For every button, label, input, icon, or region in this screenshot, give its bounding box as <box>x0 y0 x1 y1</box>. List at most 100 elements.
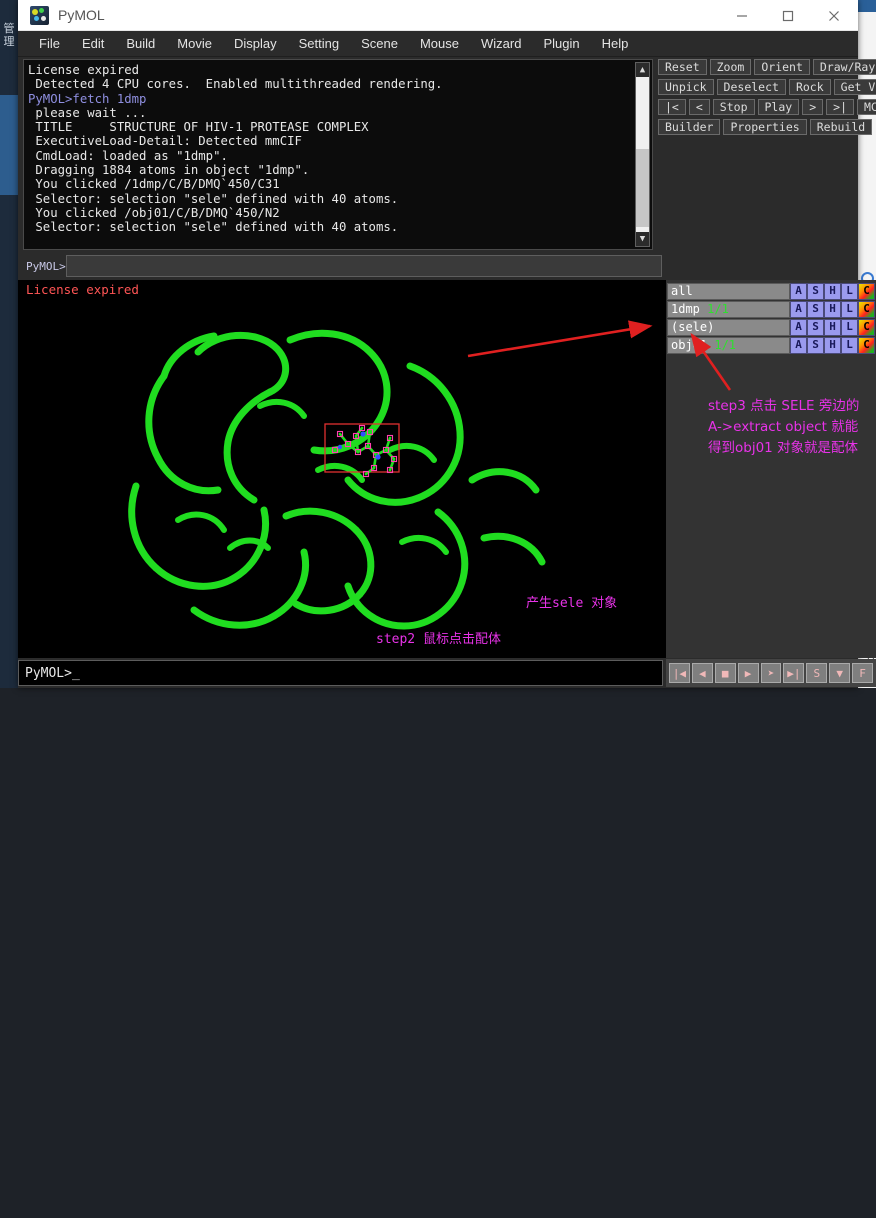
object-action-s[interactable]: S <box>807 319 824 336</box>
movie-stop-button[interactable]: Stop <box>713 99 755 115</box>
object-action-s[interactable]: S <box>807 301 824 318</box>
object-action-a[interactable]: A <box>790 283 807 300</box>
command-input[interactable] <box>66 255 662 277</box>
rock-button[interactable]: Rock <box>789 79 831 95</box>
bottom-bar: PyMOL>_ |◀ ◀ ■ ▶ ➤ ▶| S ▼ F <box>18 658 858 688</box>
properties-button[interactable]: Properties <box>723 119 806 135</box>
menu-edit[interactable]: Edit <box>71 33 115 54</box>
menu-help[interactable]: Help <box>591 33 640 54</box>
object-action-c[interactable]: C <box>858 337 875 354</box>
menu-bar: File Edit Build Movie Display Setting Sc… <box>18 31 858 57</box>
upper-area: License expired Detected 4 CPU cores. En… <box>18 57 858 252</box>
object-action-a[interactable]: A <box>790 337 807 354</box>
maximize-icon[interactable] <box>765 0 811 31</box>
log-line: Detected 4 CPU cores. Enabled multithrea… <box>28 77 632 91</box>
object-action-s[interactable]: S <box>807 337 824 354</box>
movie-last-button[interactable]: >| <box>826 99 854 115</box>
scroll-up-icon[interactable]: ▲ <box>636 63 649 77</box>
toolbar-row-1: Reset Zoom Orient Draw/Ray▼ <box>658 59 854 75</box>
object-action-h[interactable]: H <box>824 283 841 300</box>
log-line: ExecutiveLoad-Detail: Detected mmCIF <box>28 134 632 148</box>
scene-button[interactable]: S <box>806 663 827 683</box>
object-action-l[interactable]: L <box>841 301 858 318</box>
annotation-step3-line3: 得到obj01 对象就是配体 <box>708 438 859 459</box>
log-scrollbar[interactable]: ▲ ▼ <box>635 62 650 247</box>
object-action-s[interactable]: S <box>807 283 824 300</box>
step-back-icon[interactable]: ◀ <box>692 663 713 683</box>
movie-back-button[interactable]: < <box>689 99 710 115</box>
object-action-l[interactable]: L <box>841 283 858 300</box>
annotation-step3: step3 点击 SELE 旁边的 A->extract object 就能 得… <box>708 396 859 459</box>
movie-play-button[interactable]: Play <box>758 99 800 115</box>
object-name-1dmp[interactable]: 1dmp 1/1 <box>667 301 790 318</box>
draw-ray-button[interactable]: Draw/Ray▼ <box>813 59 876 75</box>
object-row-sele[interactable]: (sele) A S H L C <box>667 319 875 336</box>
object-name-sele[interactable]: (sele) <box>667 319 790 336</box>
object-action-c[interactable]: C <box>858 319 875 336</box>
command-row: PyMOL> <box>18 252 858 280</box>
reset-button[interactable]: Reset <box>658 59 707 75</box>
deselect-button[interactable]: Deselect <box>717 79 786 95</box>
skip-to-end-icon[interactable]: ▶| <box>783 663 804 683</box>
full-screen-button[interactable]: F <box>852 663 873 683</box>
minimize-icon[interactable] <box>719 0 765 31</box>
background-left-label-1: 管理 <box>1 22 17 48</box>
object-count: 1/1 <box>707 302 729 316</box>
annotation-sele-object: 产生sele 对象 <box>526 592 617 611</box>
play-icon[interactable]: ▶ <box>738 663 759 683</box>
object-row-all[interactable]: all A S H L C <box>667 283 875 300</box>
annotation-step3-line2: A->extract object 就能 <box>708 417 859 438</box>
menu-mouse[interactable]: Mouse <box>409 33 470 54</box>
menu-display[interactable]: Display <box>223 33 288 54</box>
menu-wizard[interactable]: Wizard <box>470 33 532 54</box>
object-name-obj01[interactable]: obj01 1/1 <box>667 337 790 354</box>
movie-forward-button[interactable]: > <box>802 99 823 115</box>
menu-build[interactable]: Build <box>115 33 166 54</box>
title-bar: PyMOL <box>18 0 858 31</box>
rewind-to-start-icon[interactable]: |◀ <box>669 663 690 683</box>
object-action-a[interactable]: A <box>790 319 807 336</box>
movie-first-button[interactable]: |< <box>658 99 686 115</box>
object-action-h[interactable]: H <box>824 319 841 336</box>
object-action-l[interactable]: L <box>841 337 858 354</box>
scrollbar-thumb[interactable] <box>636 149 649 227</box>
object-action-c[interactable]: C <box>858 301 875 318</box>
builder-button[interactable]: Builder <box>658 119 720 135</box>
rebuild-button[interactable]: Rebuild <box>810 119 872 135</box>
object-row-obj01[interactable]: obj01 1/1 A S H L C <box>667 337 875 354</box>
zoom-button[interactable]: Zoom <box>710 59 752 75</box>
mclear-button[interactable]: MClear <box>857 99 876 115</box>
get-view-button[interactable]: Get View <box>834 79 876 95</box>
menu-file[interactable]: File <box>28 33 71 54</box>
menu-plugin[interactable]: Plugin <box>532 33 590 54</box>
draw-ray-label: Draw/Ray <box>820 60 875 74</box>
log-output-panel[interactable]: License expired Detected 4 CPU cores. En… <box>23 59 653 250</box>
menu-scene[interactable]: Scene <box>350 33 409 54</box>
object-label: obj01 <box>671 338 707 352</box>
window-title: PyMOL <box>58 7 105 23</box>
scroll-down-icon[interactable]: ▼ <box>636 232 649 246</box>
object-action-h[interactable]: H <box>824 337 841 354</box>
status-bar[interactable]: PyMOL>_ <box>18 660 663 686</box>
log-line: Selector: selection "sele" defined with … <box>28 220 632 234</box>
object-action-c[interactable]: C <box>858 283 875 300</box>
object-action-l[interactable]: L <box>841 319 858 336</box>
log-text: License expired Detected 4 CPU cores. En… <box>28 63 632 247</box>
unpick-button[interactable]: Unpick <box>658 79 714 95</box>
menu-setting[interactable]: Setting <box>288 33 350 54</box>
object-row-1dmp[interactable]: 1dmp 1/1 A S H L C <box>667 301 875 318</box>
chevron-down-icon[interactable]: ▼ <box>829 663 850 683</box>
log-line: please wait ... <box>28 106 632 120</box>
orient-button[interactable]: Orient <box>754 59 810 75</box>
object-name-all[interactable]: all <box>667 283 790 300</box>
object-label: all <box>671 284 693 298</box>
3d-viewport[interactable]: License expired <box>18 280 666 658</box>
status-bar-text: PyMOL>_ <box>25 666 80 681</box>
background-window-left-selection <box>0 95 18 195</box>
object-action-a[interactable]: A <box>790 301 807 318</box>
close-icon[interactable] <box>811 0 857 31</box>
object-action-h[interactable]: H <box>824 301 841 318</box>
stop-icon[interactable]: ■ <box>715 663 736 683</box>
step-forward-icon[interactable]: ➤ <box>761 663 782 683</box>
menu-movie[interactable]: Movie <box>166 33 223 54</box>
